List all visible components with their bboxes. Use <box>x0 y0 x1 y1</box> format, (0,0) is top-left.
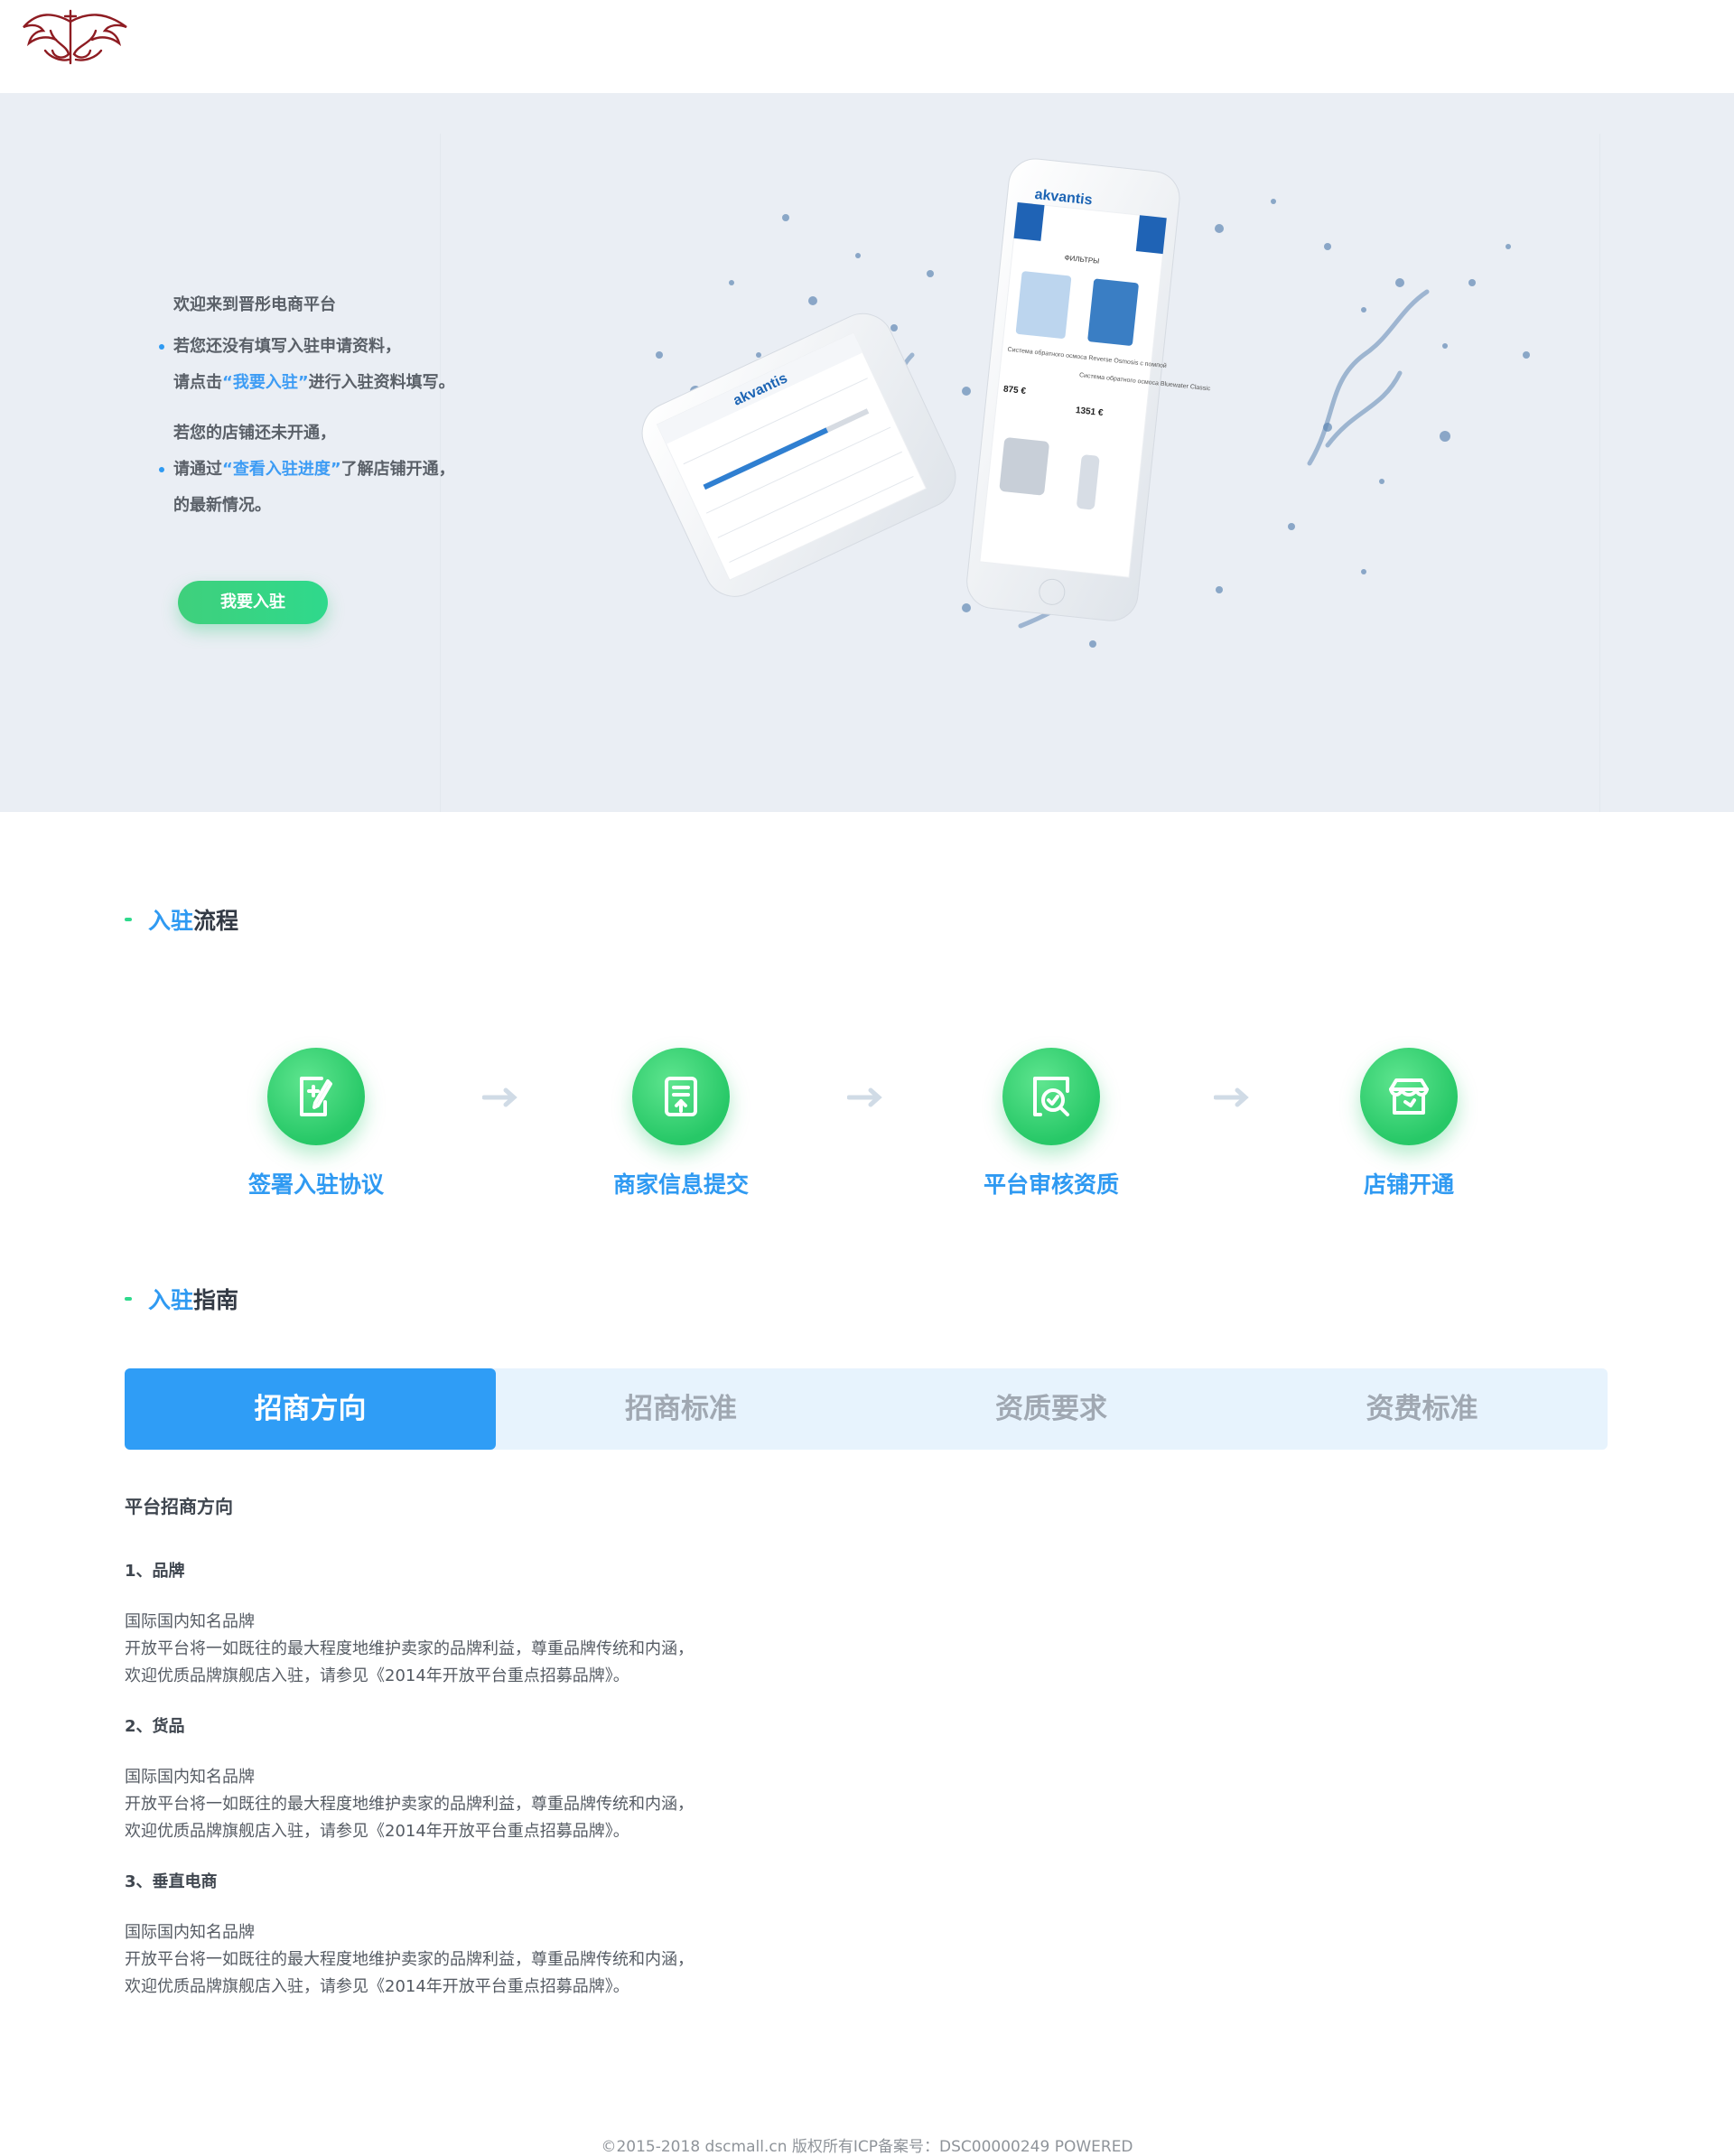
intro-line: 若您的店铺还未开通， <box>173 424 336 443</box>
hero-banner: 欢迎来到晋彤电商平台 若您还没有填写入驻申请资料， 请点击“我要入驻”进行入驻资… <box>0 93 1734 812</box>
intro-line-text: 请通过 <box>173 460 222 479</box>
process-step: 平台审核资质 <box>934 1048 1169 1199</box>
tab-fee-standard[interactable]: 资费标准 <box>1236 1368 1608 1450</box>
process-section-title: 入驻流程 <box>125 903 238 936</box>
apply-button[interactable]: 我要入驻 <box>178 581 328 624</box>
title-accent-bar <box>125 1297 132 1301</box>
section-line: 开放平台将一如既往的最大程度地维护卖家的品牌利益，尊重品牌传统和内涵， <box>125 1795 694 1814</box>
process-step: 签署入驻协议 <box>199 1048 434 1199</box>
process-step-circle <box>632 1048 730 1145</box>
bullet-dot-icon <box>159 467 164 472</box>
section-line: 国际国内知名品牌 <box>125 1612 255 1631</box>
section-line: 欢迎优质品牌旗舰店入驻，请参见《2014年开放平台重点招募品牌》。 <box>125 1666 629 1685</box>
site-header <box>0 0 1734 93</box>
intro-line-text: 进行入驻资料填写。 <box>308 373 455 392</box>
tab-investment-standard[interactable]: 招商标准 <box>496 1368 866 1450</box>
hero-divider <box>1599 134 1600 812</box>
intro-line-text: 了解店铺开通， <box>340 460 455 479</box>
title-accent-bar <box>125 918 132 921</box>
title-rest-part: 指南 <box>193 1287 239 1313</box>
process-step-circle <box>1360 1048 1458 1145</box>
intro-line: 请点击“我要入驻”进行入驻资料填写。 <box>173 365 553 401</box>
intro-line: 请通过“查看入驻进度”了解店铺开通， <box>159 452 553 488</box>
title-blue-part: 入驻 <box>148 1287 194 1313</box>
process-step-circle <box>267 1048 365 1145</box>
guide-content: 平台招商方向 1、品牌 国际国内知名品牌 开放平台将一如既往的最大程度地维护卖家… <box>125 1492 937 2001</box>
guide-tabs: 招商方向 招商标准 资质要求 资费标准 <box>125 1368 1608 1450</box>
process-step-label: 店铺开通 <box>1363 1171 1454 1198</box>
bullet-dot-icon <box>159 344 164 350</box>
dragon-logo-icon[interactable] <box>18 4 132 69</box>
process-step-label: 商家信息提交 <box>612 1171 749 1198</box>
title-blue-part: 入驻 <box>148 908 194 934</box>
store-icon <box>1389 1078 1429 1115</box>
process-step: 店铺开通 <box>1291 1048 1526 1199</box>
tab-investment-direction[interactable]: 招商方向 <box>125 1368 496 1450</box>
check-progress-link[interactable]: “查看入驻进度” <box>222 460 341 479</box>
review-icon <box>1033 1077 1069 1116</box>
section-line: 开放平台将一如既往的最大程度地维护卖家的品牌利益，尊重品牌传统和内涵， <box>125 1950 694 1969</box>
section-line: 开放平台将一如既往的最大程度地维护卖家的品牌利益，尊重品牌传统和内涵， <box>125 1639 694 1658</box>
section-line: 欢迎优质品牌旗舰店入驻，请参见《2014年开放平台重点招募品牌》。 <box>125 1822 629 1841</box>
section-line: 国际国内知名品牌 <box>125 1768 255 1787</box>
arrow-right-icon <box>1214 1087 1249 1107</box>
intro-line-text: 若您还没有填写入驻申请资料， <box>173 337 401 356</box>
hero-intro: 欢迎来到晋彤电商平台 若您还没有填写入驻申请资料， 请点击“我要入驻”进行入驻资… <box>159 287 553 524</box>
content-heading: 平台招商方向 <box>125 1496 233 1517</box>
apply-link[interactable]: “我要入驻” <box>222 373 309 392</box>
sign-agreement-icon <box>300 1077 332 1116</box>
arrow-right-icon <box>482 1087 517 1107</box>
site-footer: ©2015-2018 dscmall.cn 版权所有ICP备案号：DSC0000… <box>601 2138 1133 2156</box>
intro-line: 的最新情况。 <box>173 496 271 515</box>
tab-qualification[interactable]: 资质要求 <box>866 1368 1236 1450</box>
process-step-label: 平台审核资质 <box>983 1171 1119 1198</box>
section-line: 国际国内知名品牌 <box>125 1923 255 1942</box>
arrow-right-icon <box>847 1087 882 1107</box>
section-title: 1、品牌 <box>125 1562 185 1581</box>
phone-illustration: akvantis akvantis ФИЛЬТРЫ Система обратн… <box>641 158 1530 648</box>
submit-info-icon <box>665 1077 697 1116</box>
welcome-text: 欢迎来到晋彤电商平台 <box>173 295 336 314</box>
intro-line: 若您还没有填写入驻申请资料， <box>159 329 553 365</box>
title-rest-part: 流程 <box>193 908 239 934</box>
section-line: 欢迎优质品牌旗舰店入驻，请参见《2014年开放平台重点招募品牌》。 <box>125 1977 629 1996</box>
process-step-circle <box>1002 1048 1100 1145</box>
section-title: 3、垂直电商 <box>125 1872 218 1891</box>
guide-section-title: 入驻指南 <box>125 1283 238 1315</box>
process-step: 商家信息提交 <box>564 1048 798 1199</box>
intro-line-text: 请点击 <box>173 373 222 392</box>
section-title: 2、货品 <box>125 1717 185 1736</box>
process-step-label: 签署入驻协议 <box>247 1171 384 1198</box>
